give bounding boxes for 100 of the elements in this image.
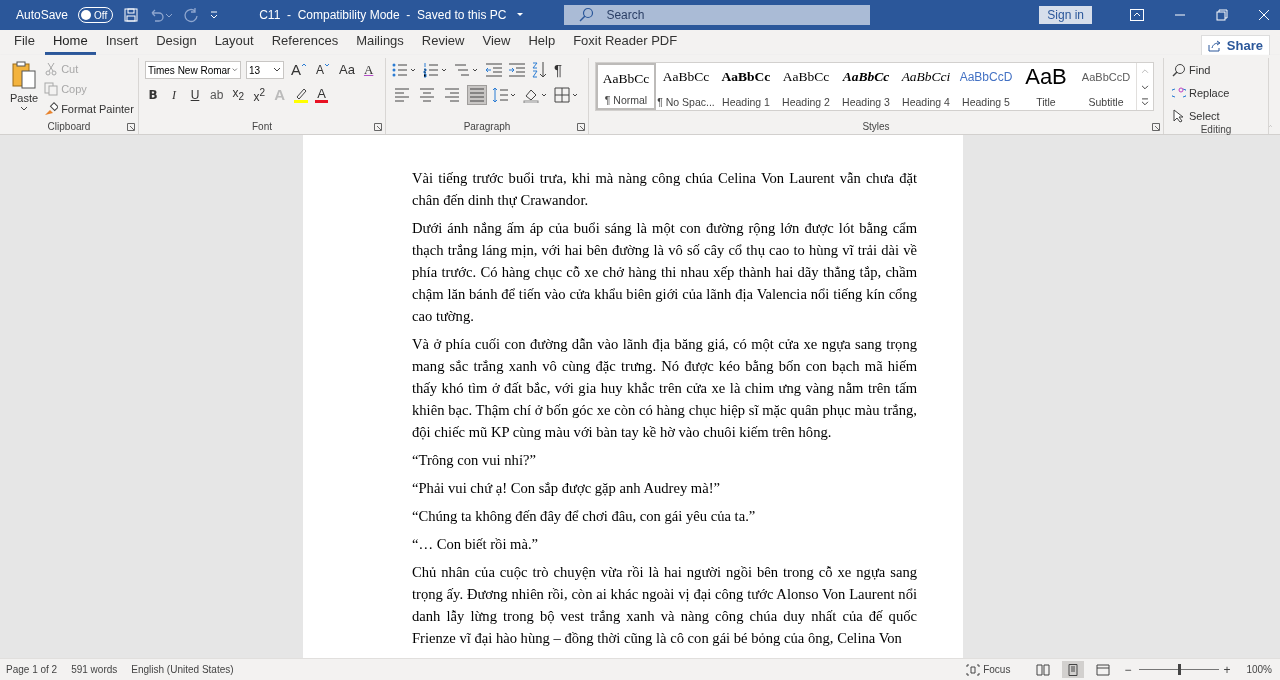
caret-up-icon <box>301 62 307 68</box>
style-item[interactable]: AaBbCc Heading 1 <box>716 63 776 110</box>
share-button[interactable]: Share <box>1200 35 1270 56</box>
caret-icon[interactable] <box>516 11 525 19</box>
font-size-field[interactable]: 13 <box>246 61 284 79</box>
autosave-label: AutoSave <box>16 8 69 22</box>
language-indicator[interactable]: English (United States) <box>131 664 234 675</box>
change-case-button[interactable]: Aa <box>337 62 357 78</box>
group-label: Clipboard <box>47 120 91 132</box>
dialog-launcher-icon[interactable] <box>577 123 585 131</box>
copy-icon <box>44 81 59 96</box>
ribbon-tab[interactable]: Review <box>413 33 473 55</box>
align-icon <box>444 88 460 102</box>
replace-button[interactable]: Replace <box>1172 84 1262 101</box>
customize-icon[interactable] <box>209 10 220 20</box>
ribbon-tab[interactable]: Foxit Reader PDF <box>565 33 686 55</box>
word-count[interactable]: 591 words <box>71 664 118 675</box>
format-button[interactable]: x$^{2}$ <box>251 85 268 106</box>
shading-icon[interactable] <box>523 87 549 103</box>
close-icon[interactable] <box>1258 9 1270 21</box>
body-paragraph: “… Con biết rồi mà.” <box>412 535 540 554</box>
align-justify-button[interactable] <box>467 85 487 105</box>
caret-icon <box>20 106 29 112</box>
clear-formatting-button[interactable]: A <box>361 62 376 78</box>
search-input[interactable]: Search <box>604 7 809 23</box>
pointer-icon <box>1172 108 1186 123</box>
multilevel-list-icon[interactable] <box>454 62 480 78</box>
font-color-button[interactable]: A <box>315 87 328 104</box>
align-right-button[interactable] <box>442 85 462 105</box>
style-item[interactable]: AaBbCc Heading 2 <box>776 63 836 110</box>
focus-button[interactable]: Focus <box>966 663 1011 676</box>
body-paragraph: Và ở phía cuối con đường dẫn vào lãnh địa băng giá, có một cửa xe ngựa sang trọng mang sắc trắng xanh vô cùng đặc trưng. Nó được kéo bằng bốn con bạch mã hiếm thấy khó tìm ở đất bắc, với gia huy khắc trên cửa xe là chim ưng vàng nằm trên tấm khiên bạc. Thậm chí ở bốn góc xe còn có hàng chục hiệp sĩ mặc quân phục màu trắng, đội chiếc mũ KP cùng màu với bàn tay kề hờ vào chuôi kiếm trên hông. <box>412 335 917 442</box>
numbering-icon[interactable] <box>423 62 449 78</box>
shrink-font-button[interactable]: A <box>314 62 333 78</box>
style-item[interactable]: AaBbCcD Subtitle <box>1076 63 1136 110</box>
increase-indent-icon[interactable] <box>508 62 526 78</box>
save-icon[interactable] <box>123 7 140 23</box>
format-button[interactable]: x$_{2}$ <box>230 85 247 106</box>
page-count[interactable]: Page 1 of 2 <box>6 664 58 675</box>
borders-icon[interactable] <box>554 87 580 103</box>
search-field[interactable]: Search <box>564 5 871 25</box>
restore-icon[interactable] <box>1216 9 1228 21</box>
sort-icon[interactable] <box>531 61 547 79</box>
print-view-button[interactable] <box>1062 661 1085 678</box>
page-icon <box>1066 663 1081 676</box>
ribbon-tab[interactable]: Insert <box>97 33 147 55</box>
align-center-button[interactable] <box>417 85 437 105</box>
painter-button[interactable]: Format Painter <box>44 100 134 117</box>
format-button[interactable]: I <box>166 87 182 104</box>
style-item[interactable]: AaBbCc ¶ No Spac... <box>656 63 716 110</box>
body-paragraph: Chủ nhân của cuộc trò chuyện vừa rồi là hai người ngồi bên trong cỗ xe ngựa sang trọng ấy. Đương nhiên rồi, còn ai khác ngoài vị đại công tước Alonso Von Laurent nổi danh lẫy lừng trong bộ vest trắng xanh và nàng công chúa duy nhất của đế quốc Frienze vĩ đại hào hùng – đồng thời cũng là cô con gái bé bỏng của ông, Celina Von <box>412 563 917 648</box>
style-item[interactable]: AaBbCc Heading 3 <box>836 63 896 110</box>
focus-icon <box>966 663 981 676</box>
format-button[interactable]: ab <box>208 87 226 104</box>
format-button[interactable]: U <box>187 87 203 104</box>
style-item[interactable]: AaBbCc ¶ Normal <box>596 63 656 110</box>
redo-icon[interactable] <box>183 7 200 23</box>
ribbon-tab[interactable]: Help <box>520 33 564 55</box>
zoom-in-button[interactable]: + <box>1223 662 1231 677</box>
style-item[interactable]: AaBbCcD Heading 5 <box>956 63 1016 110</box>
zoom-thumb[interactable] <box>1177 664 1181 675</box>
font-name-field[interactable]: Times New Romar <box>145 61 241 79</box>
ribbon-tab[interactable]: References <box>263 33 347 55</box>
web-layout-icon <box>1096 663 1111 676</box>
caret-icon <box>232 67 238 73</box>
align-icon <box>419 88 435 102</box>
ribbon-tab[interactable]: Mailings <box>348 33 412 55</box>
select-button[interactable]: Select <box>1172 107 1262 124</box>
line-spacing-icon[interactable] <box>492 87 518 103</box>
ribbon-display-icon[interactable] <box>1130 9 1144 21</box>
style-item[interactable]: AaB Title <box>1016 63 1076 110</box>
body-paragraph: “Trông con vui nhỉ?” <box>412 451 537 470</box>
body-paragraph: “Chúng ta không đến đây để chơi đâu, con gái yêu của ta.” <box>412 507 757 526</box>
group-label: Font <box>252 120 272 132</box>
format-button[interactable]: B <box>145 87 161 104</box>
align-left-button[interactable] <box>392 85 412 105</box>
decrease-indent-icon[interactable] <box>485 62 503 78</box>
bullets-icon[interactable] <box>392 62 418 78</box>
grow-font-button[interactable]: A <box>289 62 309 78</box>
group-label: Editing <box>1200 124 1232 135</box>
zoom-out-button[interactable]: − <box>1124 662 1132 677</box>
highlighter-icon[interactable] <box>292 87 311 104</box>
body-paragraph: Dưới ánh nắng ấm áp của buổi sáng là một con đường rộng lớn được lót bằng cẩm thạch trắng láng mịn, với hai bên đường là vô số cây cổ thụ cao to hùng vĩ trải dài về phía trước. Có hàng chục cỗ xe chở hàng thi nhau xếp thành hai dãy thẳng tắp, chầm chậm lăn bánh để tiến vào cửa khẩu biên giới của lãnh địa Valencia nổi tiếng kín cổng cao tường. <box>412 219 917 326</box>
ribbon-tab[interactable]: Layout <box>206 33 262 55</box>
align-icon <box>394 88 410 102</box>
dialog-launcher-icon[interactable] <box>1152 123 1160 131</box>
zoom-level[interactable]: 100% <box>1246 664 1272 675</box>
ribbon-tab[interactable]: Design <box>148 33 205 55</box>
group-label: Paragraph <box>463 120 511 132</box>
ribbon-tab[interactable]: View <box>474 33 519 55</box>
dialog-launcher-icon[interactable] <box>127 123 135 131</box>
document-title[interactable]: C11 - Compatibility Mode - Saved to this PC <box>259 8 507 22</box>
paste-button[interactable]: Paste <box>6 60 43 118</box>
style-item[interactable]: AaBbCci Heading 4 <box>896 63 956 110</box>
sign-in-button[interactable]: Sign in <box>1039 6 1092 24</box>
find-button[interactable]: Find <box>1172 61 1262 78</box>
show-marks-button[interactable]: ¶ <box>552 62 565 78</box>
undo-icon[interactable] <box>149 7 174 23</box>
dialog-launcher-icon[interactable] <box>374 123 382 131</box>
ribbon-tab[interactable]: File <box>6 33 43 55</box>
